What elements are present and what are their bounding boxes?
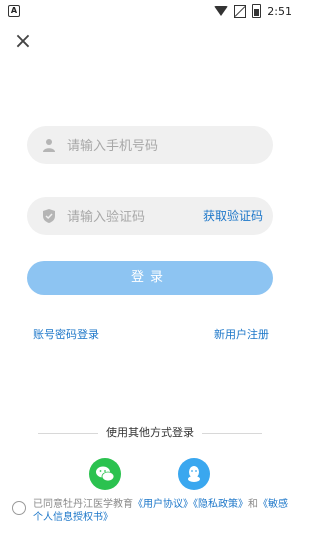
wechat-icon [96,466,115,482]
get-code-button[interactable]: 获取验证码 [203,197,263,235]
wifi-icon [214,6,229,16]
code-field: 获取验证码 [27,197,273,237]
wechat-login-button[interactable] [89,458,121,490]
phone-input[interactable] [65,126,229,166]
qq-login-button[interactable] [178,458,210,490]
agreement-prefix: 已同意牡丹江医学教育 [33,499,133,510]
no-sim-icon [234,4,247,18]
user-icon [43,139,55,152]
privacy-policy-link[interactable]: 《隐私政策》 [193,499,248,510]
agreement-and: 和 [248,499,258,510]
notification-icon: A [8,5,20,17]
status-bar: A 2:51 [0,0,300,22]
qq-icon [188,466,200,482]
agreement-text: 已同意牡丹江医学教育《用户协议》《隐私政策》和《敏感个人信息授权书》 [33,498,293,524]
register-link[interactable]: 新用户注册 [214,326,269,342]
close-icon[interactable]: × [10,29,36,55]
login-button[interactable]: 登录 [27,261,273,295]
status-right: 2:51 [214,4,292,18]
status-time: 2:51 [267,4,292,18]
battery-icon [252,4,262,18]
password-login-link[interactable]: 账号密码登录 [33,326,99,342]
agreement-checkbox[interactable] [12,501,26,515]
phone-field [27,126,273,166]
user-agreement-link[interactable]: 《用户协议》 [133,499,193,510]
shield-icon [43,209,55,223]
other-login-divider: 使用其他方式登录 [38,425,262,441]
divider-line-right [202,433,262,434]
